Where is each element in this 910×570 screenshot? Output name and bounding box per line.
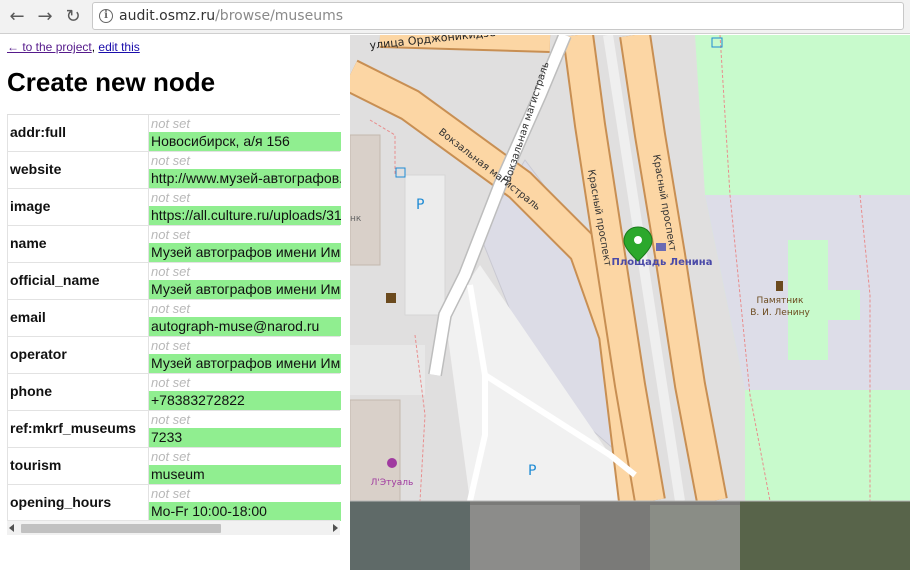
reload-icon[interactable]: ↻ [62,6,84,28]
tag-row: website not set http://www.музей-автографо… [7,152,341,189]
top-links: ← to the project, edit this [7,40,140,54]
tag-key: email [10,309,46,325]
tag-row: email not set autograph-muse@narod.ru [7,300,341,337]
tag-key: official_name [10,272,100,288]
tag-row: addr:full not set Новосибирск, а/я 156 [7,115,341,152]
tag-value[interactable]: 7233 [149,428,341,447]
tag-row: name not set Музей автографов имени Им [7,226,341,263]
tag-row: official_name not set Музей автографов име… [7,263,341,300]
bus-stop-icon [656,243,666,251]
tag-key: phone [10,383,52,399]
browser-toolbar: ← → ↻ i audit.osmz.ru/browse/museums [0,0,910,34]
tag-row: image not set https://all.culture.ru/uploa… [7,189,341,226]
url-path: /browse/museums [215,8,344,24]
tag-row: tourism not set museum [7,448,341,485]
edit-panel: ← to the project, edit this Create new n… [0,35,348,570]
tag-key: name [10,235,47,251]
map-label-shop: Л'Этуаль [371,478,414,488]
map-label-monument-1: Памятник [757,296,804,306]
not-set-placeholder: not set [151,412,191,427]
tag-value[interactable]: http://www.музей-автографов.рф [149,169,341,188]
monument-icon [776,281,783,291]
not-set-placeholder: not set [151,301,191,316]
parking-label: P [416,197,424,213]
museum-icon [386,293,396,303]
tag-row: ref:mkrf_museums not set 7233 [7,411,341,448]
tag-key: addr:full [10,124,66,140]
tag-value[interactable]: Музей автографов имени Им [149,280,341,299]
address-bar[interactable]: i audit.osmz.ru/browse/museums [92,2,904,30]
tag-key: opening_hours [10,494,112,510]
tag-value[interactable]: https://all.culture.ru/uploads/31 [149,206,341,225]
tag-row: operator not set Музей автографов имени Им [7,337,341,374]
forward-arrow-icon[interactable]: → [34,6,56,28]
map-label-bank: нк [350,214,362,224]
map-label-square: Площадь Ленина [612,257,713,268]
not-set-placeholder: not set [151,486,191,501]
horizontal-scrollbar[interactable] [7,520,340,535]
tag-value[interactable]: museum [149,465,341,484]
url-host: audit.osmz.ru [119,8,216,24]
not-set-placeholder: not set [151,116,191,131]
tag-value[interactable]: Музей автографов имени Им [149,354,341,373]
not-set-placeholder: not set [151,153,191,168]
not-set-placeholder: not set [151,264,191,279]
not-set-placeholder: not set [151,449,191,464]
tag-key: ref:mkrf_museums [10,420,137,436]
map-view[interactable]: улица Орджоникидзе Вокзальная магистраль… [350,35,910,570]
tag-value[interactable]: +78383272822 [149,391,341,410]
tag-key: website [10,161,62,177]
page-title: Create new node [7,67,216,97]
tag-value[interactable]: autograph-muse@narod.ru [149,317,341,336]
tag-key: tourism [10,457,62,473]
url-text: audit.osmz.ru/browse/museums [119,8,343,24]
shop-icon [387,458,397,468]
not-set-placeholder: not set [151,227,191,242]
scroll-left-icon[interactable] [9,524,14,532]
not-set-placeholder: not set [151,375,191,390]
parking-label-2: P [528,463,536,479]
scrollbar-thumb[interactable] [21,524,221,533]
tag-table: addr:full not set Новосибирск, а/я 156 webs… [7,114,341,522]
tag-row: opening_hours not set Mo-Fr 10:00-18:00 [7,485,341,522]
not-set-placeholder: not set [151,338,191,353]
link-separator: , [91,40,96,54]
back-to-project-link[interactable]: ← to the project [7,40,92,54]
tag-key: image [10,198,51,214]
tag-value[interactable]: Новосибирск, а/я 156 [149,132,341,151]
tag-value[interactable]: Музей автографов имени Им [149,243,341,262]
scroll-right-icon[interactable] [333,524,338,532]
info-icon[interactable]: i [99,9,113,23]
edit-this-link[interactable]: edit this [98,40,139,54]
back-arrow-icon[interactable]: ← [6,6,28,28]
not-set-placeholder: not set [151,190,191,205]
tag-row: phone not set +78383272822 [7,374,341,411]
tag-key: operator [10,346,67,362]
tag-value[interactable]: Mo-Fr 10:00-18:00 [149,502,341,521]
map-label-monument-2: В. И. Ленину [750,308,810,318]
